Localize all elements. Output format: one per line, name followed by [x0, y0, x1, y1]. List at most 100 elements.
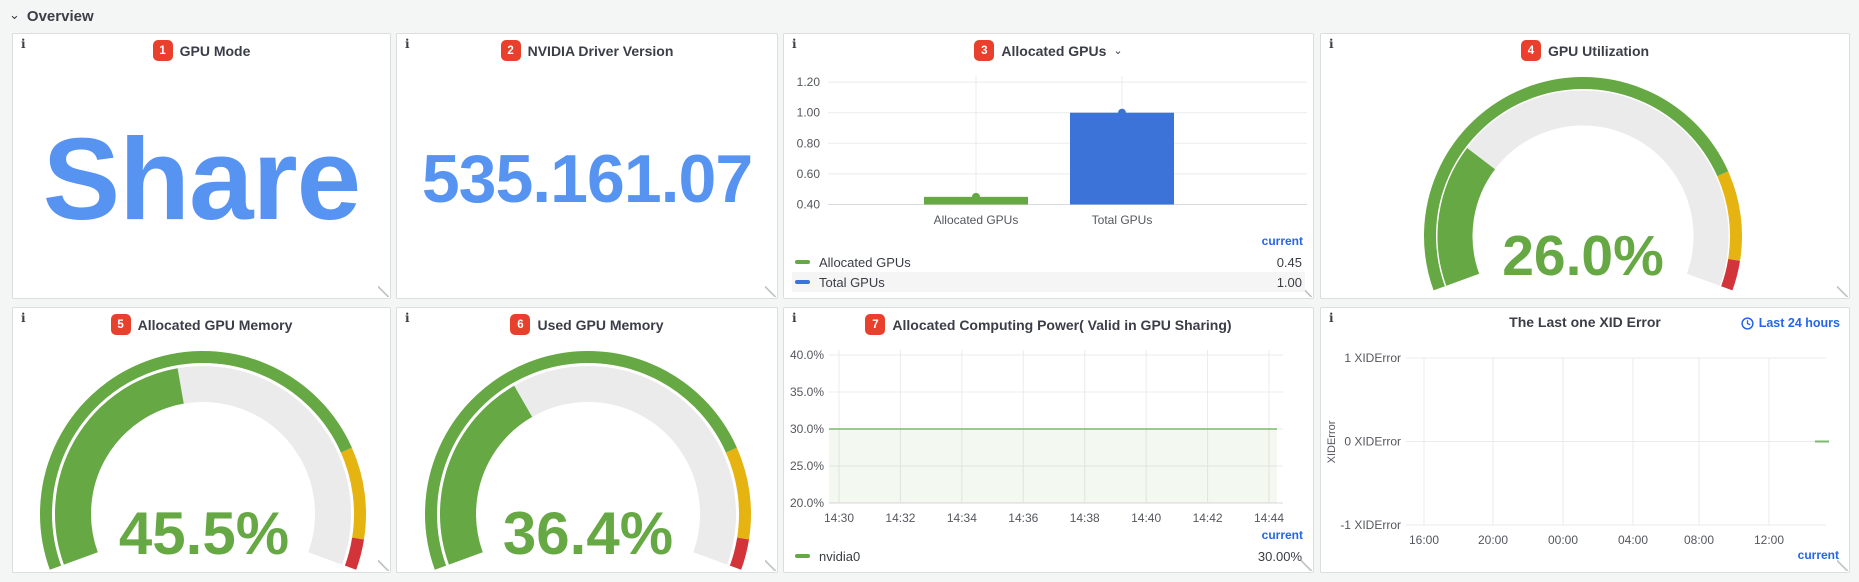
- stat-wrap: 535.161.07: [397, 60, 777, 298]
- info-icon[interactable]: i: [405, 37, 410, 51]
- panel-title[interactable]: The Last one XID Error: [1509, 314, 1661, 330]
- info-icon[interactable]: i: [21, 311, 26, 325]
- panel-header: 5 Allocated GPU Memory: [13, 314, 390, 335]
- legend-current-header[interactable]: current: [792, 526, 1305, 546]
- axis-tick-label: 14:40: [1131, 511, 1161, 525]
- info-icon[interactable]: i: [21, 37, 26, 51]
- legend-series-dash: [795, 260, 810, 264]
- chart-legend: current nvidia0 30.00%: [792, 526, 1305, 566]
- bar-total-gpus[interactable]: [1070, 112, 1174, 205]
- stat-value: Share: [42, 114, 361, 244]
- panel-number-badge: 5: [110, 314, 131, 335]
- legend-series-dash: [795, 554, 810, 558]
- panel-title[interactable]: Used GPU Memory: [537, 317, 663, 333]
- legend-row: nvidia0 30.00%: [792, 546, 1305, 566]
- axis-tick-label: 40.0%: [790, 348, 824, 362]
- bar-point: [1118, 108, 1126, 117]
- legend-current-header[interactable]: current: [1329, 546, 1841, 566]
- stat-wrap: Share: [13, 60, 390, 298]
- info-icon[interactable]: i: [792, 37, 797, 51]
- legend-series-value: 1.00: [1276, 274, 1302, 290]
- panel-header: 7 Allocated Computing Power( Valid in GP…: [784, 314, 1313, 335]
- axis-tick-label: 0 XIDError: [1344, 435, 1401, 449]
- legend-series-value: 30.00%: [1257, 548, 1302, 564]
- axis-tick-label: 20:00: [1478, 533, 1508, 547]
- panel-title[interactable]: NVIDIA Driver Version: [528, 43, 674, 59]
- axis-tick-label: 0.60: [797, 167, 821, 181]
- axis-tick-label: 14:32: [885, 511, 915, 525]
- panel-menu-chevron-icon[interactable]: ⌄: [1113, 46, 1122, 57]
- axis-tick-label: Total GPUs: [1092, 213, 1153, 227]
- legend-series-label[interactable]: Allocated GPUs: [819, 255, 911, 270]
- axis-tick-label: 1.20: [797, 75, 821, 89]
- panel-nvidia-driver-version: i 2 NVIDIA Driver Version 535.161.07: [396, 33, 778, 299]
- info-icon[interactable]: i: [405, 311, 410, 325]
- panel-number-badge: 6: [510, 314, 531, 335]
- axis-tick-label: Allocated GPUs: [934, 213, 1019, 227]
- resize-handle[interactable]: [765, 286, 776, 297]
- axis-tick-label: 14:34: [947, 511, 977, 525]
- panel-header: 6 Used GPU Memory: [397, 314, 777, 335]
- chart-legend: current Allocated GPUs 0.45 Total GPUs 1.00: [792, 232, 1305, 292]
- axis-tick-label: 04:00: [1618, 533, 1648, 547]
- axis-tick-label: 0.80: [797, 136, 821, 150]
- panel-allocated-gpu-memory: i 5 Allocated GPU Memory 45.5%: [12, 307, 391, 573]
- panel-title[interactable]: GPU Mode: [180, 43, 251, 59]
- axis-tick-label: 1 XIDError: [1344, 351, 1401, 365]
- timeseries-svg[interactable]: 1 XIDError 0 XIDError -1 XIDError 16:00 20:0…: [1321, 308, 1849, 572]
- axis-tick-label: 1.00: [797, 106, 821, 120]
- info-icon[interactable]: i: [1329, 311, 1334, 325]
- axis-tick-label: 14:36: [1008, 511, 1038, 525]
- panel-title[interactable]: Allocated GPUs: [1001, 43, 1106, 59]
- panel-header: 2 NVIDIA Driver Version: [397, 40, 777, 61]
- axis-tick-label: 14:38: [1070, 511, 1100, 525]
- series-fill: [829, 429, 1277, 503]
- axis-tick-label: 25.0%: [790, 459, 824, 473]
- dashboard-row-overview[interactable]: ⌄ Overview: [9, 3, 94, 29]
- axis-tick-label: 20.0%: [790, 496, 824, 510]
- y-axis-title: XIDError: [1326, 420, 1338, 463]
- panel-number-badge: 1: [152, 40, 173, 61]
- axis-tick-label: 35.0%: [790, 385, 824, 399]
- panel-gpu-mode: i 1 GPU Mode Share: [12, 33, 391, 299]
- panel-header: 4 GPU Utilization: [1321, 40, 1849, 61]
- axis-tick-label: 14:44: [1254, 511, 1284, 525]
- clock-icon: [1741, 316, 1754, 330]
- time-range-label: Last 24 hours: [1758, 316, 1840, 330]
- legend-row: Total GPUs 1.00: [792, 272, 1305, 292]
- axis-tick-label: 00:00: [1548, 533, 1578, 547]
- panel-gpu-utilization: i 4 GPU Utilization 26.0%: [1320, 33, 1850, 299]
- panel-number-badge: 7: [865, 314, 886, 335]
- panel-last-xid-error: i The Last one XID Error Last 24 hours c…: [1320, 307, 1850, 573]
- legend-series-value: 0.45: [1276, 254, 1302, 270]
- axis-tick-label: 14:30: [824, 511, 854, 525]
- legend-series-label[interactable]: Total GPUs: [819, 275, 885, 290]
- resize-handle[interactable]: [378, 286, 389, 297]
- panel-header: 1 GPU Mode: [13, 40, 390, 61]
- legend-series-label[interactable]: nvidia0: [819, 549, 860, 564]
- chart-legend: current: [1329, 546, 1841, 566]
- panel-used-gpu-memory: i 6 Used GPU Memory 36.4%: [396, 307, 778, 573]
- panel-number-badge: 2: [500, 40, 521, 61]
- bar-point: [972, 192, 980, 201]
- panel-number-badge: 4: [1520, 40, 1541, 61]
- gauge-value: 36.4%: [502, 500, 674, 567]
- legend-series-dash: [795, 280, 810, 284]
- axis-tick-label: 0.40: [797, 198, 821, 212]
- axis-tick-label: 14:42: [1193, 511, 1223, 525]
- panel-title[interactable]: Allocated GPU Memory: [138, 317, 293, 333]
- gauge-value: 45.5%: [118, 500, 290, 567]
- axis-tick-label: 12:00: [1754, 533, 1784, 547]
- panel-title[interactable]: Allocated Computing Power( Valid in GPU …: [892, 317, 1231, 333]
- panel-allocated-gpus: i 3 Allocated GPUs ⌄ current Allocated GP…: [783, 33, 1314, 299]
- panel-title[interactable]: GPU Utilization: [1548, 43, 1649, 59]
- axis-tick-label: 08:00: [1684, 533, 1714, 547]
- info-icon[interactable]: i: [1329, 37, 1334, 51]
- legend-row: Allocated GPUs 0.45: [792, 252, 1305, 272]
- chevron-down-icon: ⌄: [9, 6, 20, 22]
- legend-current-header[interactable]: current: [792, 232, 1305, 252]
- axis-tick-label: 30.0%: [790, 422, 824, 436]
- axis-tick-label: 16:00: [1409, 533, 1439, 547]
- time-range-link[interactable]: Last 24 hours: [1741, 316, 1840, 330]
- info-icon[interactable]: i: [792, 311, 797, 325]
